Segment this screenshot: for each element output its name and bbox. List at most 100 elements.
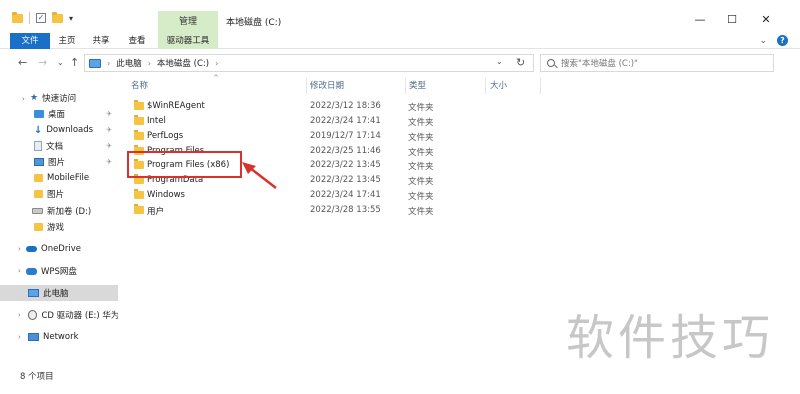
sidebar-item-pictures-folder[interactable]: 图片 <box>0 186 118 202</box>
sidebar-item-documents[interactable]: 文档 ✈ <box>0 138 118 154</box>
file-row[interactable]: $WinREAgent 2022/3/12 18:36 文件夹 <box>128 99 538 114</box>
minimize-button[interactable]: — <box>690 12 710 28</box>
sidebar-item-wps-cloud[interactable]: WPS网盘 <box>0 263 118 279</box>
tab-home[interactable]: 主页 <box>54 33 80 49</box>
sidebar-item-label: 桌面 <box>48 110 66 120</box>
cd-drive-icon <box>28 310 38 320</box>
folder-icon <box>134 130 144 140</box>
sidebar-item-label: 快速访问 <box>42 94 77 104</box>
sidebar-item-label: OneDrive <box>41 244 81 254</box>
refresh-button[interactable]: ↻ <box>516 56 525 69</box>
chevron-right-icon[interactable]: › <box>215 59 218 68</box>
column-header-name[interactable]: 名称 <box>131 78 148 94</box>
sidebar-item-label: Network <box>43 332 79 342</box>
sidebar-item-label: CD 驱动器 (E:) 华为手 <box>41 311 118 321</box>
sidebar-item-label: 图片 <box>48 158 66 168</box>
sidebar-item-drive-d[interactable]: 新加卷 (D:) <box>0 203 118 219</box>
tab-drive-tools[interactable]: 驱动器工具 <box>158 33 218 49</box>
column-header-type[interactable]: 类型 <box>409 78 426 94</box>
file-name: Intel <box>147 116 166 126</box>
search-box[interactable]: 搜索"本地磁盘 (C:)" <box>540 54 774 72</box>
tab-share[interactable]: 共享 <box>88 33 114 49</box>
column-header-modified[interactable]: 修改日期 <box>310 78 344 94</box>
cloud-icon <box>26 246 37 252</box>
sidebar-item-network[interactable]: Network <box>0 329 118 345</box>
quick-access-toolbar: ✓ ▾ <box>12 11 73 24</box>
sidebar-item-label: 文档 <box>46 142 64 152</box>
breadcrumb-local-disk[interactable]: 本地磁盘 (C:) <box>157 57 209 69</box>
pin-icon[interactable]: ✈ <box>106 126 112 134</box>
file-type: 文件夹 <box>408 148 434 158</box>
sidebar-item-pictures[interactable]: 图片 ✈ <box>0 154 118 170</box>
address-history-dropdown[interactable]: ⌄ <box>496 57 503 66</box>
file-modified: 2022/3/22 13:45 <box>310 175 381 185</box>
sidebar-item-onedrive[interactable]: OneDrive <box>0 241 118 257</box>
pictures-icon <box>34 158 44 166</box>
tab-file[interactable]: 文件 <box>10 33 50 49</box>
folder-icon <box>134 204 144 214</box>
chevron-right-icon[interactable]: › <box>148 59 151 68</box>
breadcrumb-this-pc[interactable]: 此电脑 <box>116 57 142 69</box>
sidebar-item-downloads[interactable]: ↓ Downloads ✈ <box>0 122 118 138</box>
folder-icon <box>134 100 144 110</box>
sidebar-item-quick-access[interactable]: ★ 快速访问 <box>0 90 118 106</box>
sidebar-item-label: 新加卷 (D:) <box>47 207 92 217</box>
sidebar-item-desktop[interactable]: 桌面 ✈ <box>0 106 118 122</box>
document-icon <box>34 141 42 151</box>
forward-button[interactable]: → <box>38 56 47 69</box>
wps-cloud-icon <box>26 267 37 275</box>
address-bar[interactable]: › 此电脑 › 本地磁盘 (C:) › <box>84 54 534 72</box>
file-name: PerfLogs <box>147 131 184 141</box>
expand-ribbon-icon[interactable]: ⌄ <box>759 36 767 46</box>
file-type: 文件夹 <box>408 177 434 187</box>
maximize-button[interactable]: ☐ <box>722 12 742 28</box>
sidebar-item-label: 游戏 <box>47 223 65 233</box>
new-folder-icon[interactable] <box>52 11 63 23</box>
highlight-box <box>127 151 242 178</box>
file-type: 文件夹 <box>408 162 434 172</box>
close-button[interactable]: ✕ <box>756 12 776 28</box>
file-row[interactable]: 用户 2022/3/28 13:55 文件夹 <box>128 203 538 218</box>
status-item-count: 8 个项目 <box>20 372 54 382</box>
explorer-icon <box>12 11 23 23</box>
annotation-arrow-icon <box>242 162 277 189</box>
divider[interactable] <box>306 78 307 94</box>
folder-icon <box>34 190 43 198</box>
file-modified: 2022/3/22 13:45 <box>310 160 381 170</box>
computer-icon <box>28 289 39 297</box>
ribbon-tabs: 文件 主页 共享 查看 驱动器工具 ⌄ ? <box>0 33 800 49</box>
back-button[interactable]: ← <box>18 56 27 69</box>
divider[interactable] <box>540 78 541 94</box>
sidebar-item-label: 图片 <box>47 190 65 200</box>
folder-icon <box>134 115 144 125</box>
tab-view[interactable]: 查看 <box>124 33 150 49</box>
watermark-text: 软件技巧 <box>566 310 775 366</box>
network-icon <box>28 333 39 341</box>
file-modified: 2022/3/28 13:55 <box>310 205 381 215</box>
file-row[interactable]: Intel 2022/3/24 17:41 文件夹 <box>128 114 538 129</box>
up-button[interactable]: ↑ <box>70 56 79 69</box>
window-title: 本地磁盘 (C:) <box>226 18 282 28</box>
sidebar-item-cd-drive[interactable]: CD 驱动器 (E:) 华为手 <box>0 307 118 323</box>
file-modified: 2022/3/24 17:41 <box>310 190 381 200</box>
file-row[interactable]: PerfLogs 2019/12/7 17:14 文件夹 <box>128 129 538 144</box>
pin-icon[interactable]: ✈ <box>106 110 112 118</box>
computer-icon <box>89 58 101 68</box>
contextual-tab-manage: 管理 <box>158 11 218 33</box>
customize-toolbar-icon[interactable]: ▾ <box>69 14 73 23</box>
chevron-right-icon[interactable]: › <box>107 59 110 68</box>
file-row[interactable]: Windows 2022/3/24 17:41 文件夹 <box>128 188 538 203</box>
column-header-size[interactable]: 大小 <box>490 78 507 94</box>
pin-icon[interactable]: ✈ <box>106 142 112 150</box>
sidebar-item-mobilefile[interactable]: MobileFile <box>0 170 118 186</box>
pin-icon[interactable]: ✈ <box>106 158 112 166</box>
help-icon[interactable]: ? <box>777 35 788 46</box>
sidebar-item-this-pc[interactable]: 此电脑 <box>0 285 118 301</box>
divider[interactable] <box>485 78 486 94</box>
sidebar-item-games[interactable]: 游戏 <box>0 219 118 235</box>
divider[interactable] <box>405 78 406 94</box>
file-type: 文件夹 <box>408 192 434 202</box>
recent-locations-button[interactable]: ⌄ <box>57 58 64 67</box>
sidebar-item-label: 此电脑 <box>43 289 69 299</box>
properties-check-icon[interactable]: ✓ <box>36 13 46 23</box>
